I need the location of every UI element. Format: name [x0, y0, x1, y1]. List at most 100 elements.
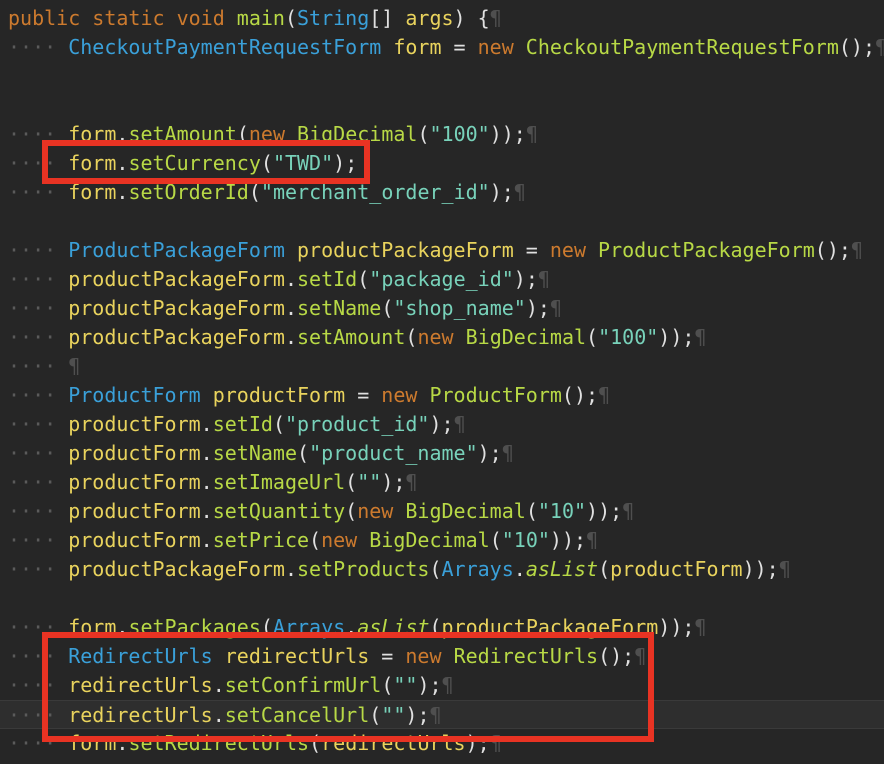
- code-line[interactable]: ···· ProductForm productForm = new Produ…: [0, 381, 884, 410]
- code-token: .: [200, 441, 213, 465]
- code-token: (: [236, 122, 249, 146]
- code-token: ····: [8, 267, 69, 291]
- code-editor[interactable]: public static void main (String[] args) {…: [0, 0, 884, 764]
- code-line[interactable]: ···· form.setOrderId("merchant_order_id"…: [0, 178, 884, 207]
- code-token: RedirectUrls: [453, 644, 599, 668]
- code-token: .: [284, 325, 298, 349]
- code-token: public static void: [8, 6, 237, 30]
- code-line[interactable]: ···· productPackageForm.setId("package_i…: [0, 265, 884, 294]
- code-line[interactable]: ···· productPackageForm.setAmount(new Bi…: [0, 323, 884, 352]
- code-token: ¶: [694, 615, 707, 639]
- code-token: form: [68, 151, 117, 175]
- code-token: ¶: [513, 180, 526, 204]
- code-token: ····: [8, 731, 69, 755]
- code-token: =: [513, 238, 550, 262]
- code-line[interactable]: ···· form.setRedirectUrls(redirectUrls);…: [0, 729, 884, 758]
- code-token: ¶: [429, 703, 442, 727]
- code-token: "merchant_order_id": [260, 180, 490, 204]
- code-token: (: [381, 296, 394, 320]
- code-line[interactable]: ···· ¶: [0, 352, 884, 381]
- code-token: ····: [8, 673, 69, 697]
- code-token: ¶: [549, 296, 562, 320]
- code-line[interactable]: ···· productForm.setPrice(new BigDecimal…: [0, 526, 884, 555]
- code-token: "10": [537, 499, 587, 523]
- code-token: ¶: [598, 383, 611, 407]
- code-token: );: [429, 412, 454, 436]
- code-token: setCurrency: [128, 151, 261, 175]
- code-line[interactable]: [0, 207, 884, 236]
- code-token: setPrice: [212, 528, 310, 552]
- code-token: new: [405, 644, 454, 668]
- code-token: (: [309, 528, 322, 552]
- code-token: setCancelUrl: [224, 703, 370, 727]
- code-token: .: [284, 296, 298, 320]
- code-token: setId: [297, 267, 358, 291]
- code-token: );: [477, 441, 502, 465]
- code-line[interactable]: ···· form.setCurrency("TWD");: [0, 149, 884, 178]
- code-token: ····: [8, 354, 69, 378]
- code-line[interactable]: ···· CheckoutPaymentRequestForm form = n…: [0, 33, 884, 62]
- code-token: productPackageForm: [68, 267, 285, 291]
- code-line[interactable]: public static void main(String[] args) {…: [0, 4, 884, 33]
- code-line[interactable]: ···· ProductPackageForm productPackageFo…: [0, 236, 884, 265]
- code-token: productForm: [68, 470, 201, 494]
- code-token: ····: [8, 412, 69, 436]
- code-token: ();: [598, 644, 635, 668]
- code-line[interactable]: ···· productForm.setQuantity(new BigDeci…: [0, 497, 884, 526]
- code-token: );: [489, 180, 514, 204]
- code-token: productForm: [68, 528, 201, 552]
- code-line[interactable]: [0, 584, 884, 613]
- code-token: setConfirmUrl: [224, 673, 382, 697]
- code-line[interactable]: ···· form.setPackages(Arrays.asList(prod…: [0, 613, 884, 642]
- code-line[interactable]: ···· form.setAmount(new BigDecimal("100"…: [0, 120, 884, 149]
- code-token: setRedirectUrls: [128, 731, 310, 755]
- code-token: (: [345, 499, 358, 523]
- code-token: (: [369, 703, 382, 727]
- code-token: ProductPackageForm: [68, 238, 297, 262]
- code-token: ····: [8, 528, 69, 552]
- code-token: ¶: [405, 470, 418, 494]
- code-token: ¶: [441, 673, 454, 697]
- code-token: );: [525, 296, 550, 320]
- code-token: );: [333, 151, 358, 175]
- code-token: ));: [586, 499, 623, 523]
- code-token: new: [549, 238, 599, 262]
- code-line[interactable]: ···· productPackageForm.setProducts(Arra…: [0, 555, 884, 584]
- code-token: Arrays: [272, 615, 346, 639]
- code-token: BigDecimal: [369, 528, 490, 552]
- code-token: .: [284, 267, 298, 291]
- code-token: ¶: [778, 557, 791, 581]
- code-token: (: [297, 441, 310, 465]
- code-token: ¶: [68, 354, 81, 378]
- code-token: ¶: [537, 267, 550, 291]
- code-token: productPackageForm: [68, 325, 285, 349]
- code-line[interactable]: ···· redirectUrls.setConfirmUrl("");¶: [0, 671, 884, 700]
- code-token: =: [345, 383, 382, 407]
- code-token: .: [200, 528, 213, 552]
- code-token: new: [248, 122, 298, 146]
- code-token: RedirectUrls: [68, 644, 225, 668]
- code-line[interactable]: ···· productForm.setImageUrl("");¶: [0, 468, 884, 497]
- code-token: (: [260, 615, 273, 639]
- code-line[interactable]: ···· productForm.setName("product_name")…: [0, 439, 884, 468]
- code-token: new: [381, 383, 430, 407]
- code-token: ¶: [489, 6, 502, 30]
- code-token: (: [248, 180, 261, 204]
- code-token: "": [357, 470, 382, 494]
- code-token: "product_id": [284, 412, 430, 436]
- code-line[interactable]: ···· productPackageForm.setName("shop_na…: [0, 294, 884, 323]
- code-token: ¶: [489, 731, 502, 755]
- code-token: ····: [8, 180, 69, 204]
- code-token: .: [200, 470, 213, 494]
- code-token: ····: [8, 470, 69, 494]
- code-line[interactable]: ···· redirectUrls.setCancelUrl("");¶: [0, 700, 884, 729]
- code-token: (: [429, 615, 442, 639]
- code-token: ¶: [586, 528, 599, 552]
- code-token: asList: [357, 615, 430, 639]
- code-line[interactable]: ···· RedirectUrls redirectUrls = new Red…: [0, 642, 884, 671]
- code-line[interactable]: [0, 91, 884, 120]
- code-token: .: [284, 557, 298, 581]
- code-line[interactable]: [0, 62, 884, 91]
- code-token: form: [68, 122, 117, 146]
- code-line[interactable]: ···· productForm.setId("product_id");¶: [0, 410, 884, 439]
